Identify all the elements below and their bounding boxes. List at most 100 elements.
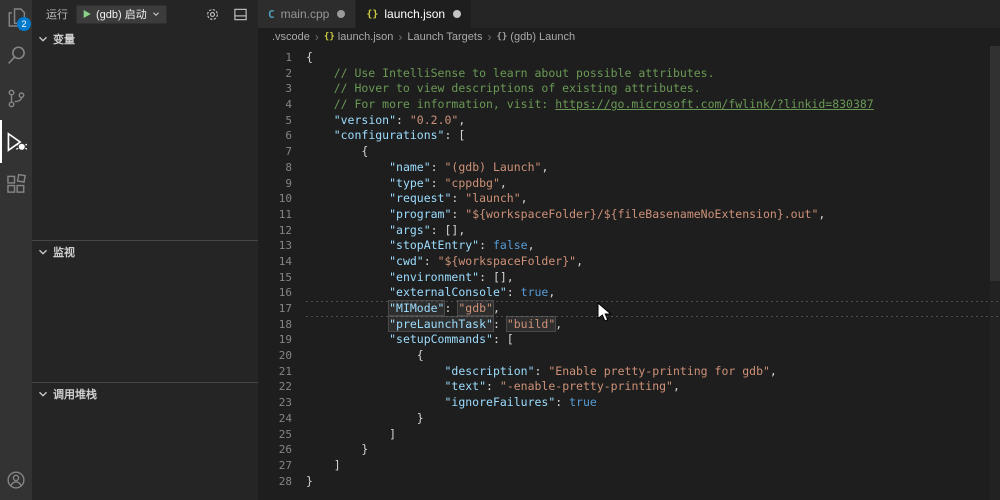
code-line[interactable]: 22 "text": "-enable-pretty-printing", bbox=[258, 379, 1000, 395]
scrollbar-thumb[interactable] bbox=[990, 46, 1000, 281]
activity-extensions-button[interactable] bbox=[0, 163, 32, 206]
sidebar-title: 运行 bbox=[46, 6, 68, 22]
variables-section: 变量 bbox=[32, 28, 258, 240]
line-number[interactable]: 21 bbox=[258, 364, 292, 380]
code-token: "externalConsole" bbox=[389, 285, 507, 299]
line-number[interactable]: 28 bbox=[258, 474, 292, 490]
code-token: "${workspaceFolder}" bbox=[438, 254, 576, 268]
line-number[interactable]: 24 bbox=[258, 411, 292, 427]
code-line[interactable]: 17 "MIMode": "gdb", bbox=[258, 301, 1000, 317]
start-debugging-icon[interactable] bbox=[82, 9, 92, 19]
line-number[interactable]: 11 bbox=[258, 207, 292, 223]
debug-config-dropdown[interactable]: (gdb) 启动 bbox=[76, 5, 167, 24]
code-line[interactable]: 3 // Hover to view descriptions of exist… bbox=[258, 81, 1000, 97]
code-line[interactable]: 15 "environment": [], bbox=[258, 270, 1000, 286]
activity-explorer-button[interactable]: 2 bbox=[0, 0, 32, 34]
code-line[interactable]: 25 ] bbox=[258, 427, 1000, 443]
code-line[interactable]: 16 "externalConsole": true, bbox=[258, 285, 1000, 301]
code-token: false bbox=[493, 238, 528, 252]
line-number[interactable]: 16 bbox=[258, 285, 292, 301]
line-number[interactable]: 19 bbox=[258, 332, 292, 348]
editor-scrollbar[interactable] bbox=[990, 46, 1000, 500]
line-number[interactable]: 6 bbox=[258, 128, 292, 144]
tab-main-cpp[interactable]: C main.cpp bbox=[258, 0, 356, 28]
line-number[interactable]: 26 bbox=[258, 442, 292, 458]
call-stack-section-header[interactable]: 调用堆栈 bbox=[32, 383, 258, 405]
code-line[interactable]: 14 "cwd": "${workspaceFolder}", bbox=[258, 254, 1000, 270]
breadcrumb-launch-json[interactable]: {} launch.json bbox=[324, 31, 394, 43]
code-token: "Enable pretty-printing for gdb" bbox=[548, 364, 770, 378]
modified-dot-icon[interactable] bbox=[337, 10, 345, 18]
code-line[interactable]: 21 "description": "Enable pretty-printin… bbox=[258, 364, 1000, 380]
line-number[interactable]: 25 bbox=[258, 427, 292, 443]
line-number[interactable]: 1 bbox=[258, 50, 292, 66]
code-link[interactable]: https://go.microsoft.com/fwlink/?linkid=… bbox=[555, 97, 874, 111]
line-number[interactable]: 20 bbox=[258, 348, 292, 364]
code-token: ] bbox=[306, 427, 396, 441]
modified-dot-icon[interactable] bbox=[453, 10, 461, 18]
line-number[interactable]: 18 bbox=[258, 317, 292, 333]
account-button[interactable] bbox=[0, 460, 32, 500]
code-line[interactable]: 11 "program": "${workspaceFolder}/${file… bbox=[258, 207, 1000, 223]
line-number[interactable]: 27 bbox=[258, 458, 292, 474]
code-token: "ignoreFailures" bbox=[444, 395, 555, 409]
code-line[interactable]: 19 "setupCommands": [ bbox=[258, 332, 1000, 348]
code-line[interactable]: 5 "version": "0.2.0", bbox=[258, 113, 1000, 129]
breadcrumb: .vscode › {} launch.json › Launch Target… bbox=[258, 28, 1000, 46]
activity-source-control-button[interactable] bbox=[0, 77, 32, 120]
line-number[interactable]: 13 bbox=[258, 238, 292, 254]
line-number[interactable]: 22 bbox=[258, 379, 292, 395]
code-line-content: // Hover to view descriptions of existin… bbox=[306, 81, 1000, 97]
debug-console-button[interactable] bbox=[230, 4, 250, 24]
code-line[interactable]: 18 "preLaunchTask": "build", bbox=[258, 317, 1000, 333]
code-line[interactable]: 27 ] bbox=[258, 458, 1000, 474]
json-file-icon: {} bbox=[366, 9, 378, 20]
code-line[interactable]: 13 "stopAtEntry": false, bbox=[258, 238, 1000, 254]
extensions-icon bbox=[6, 174, 27, 195]
breadcrumb-launch-targets[interactable]: Launch Targets bbox=[407, 31, 482, 43]
variables-section-header[interactable]: 变量 bbox=[32, 28, 258, 50]
activity-search-button[interactable] bbox=[0, 34, 32, 77]
line-number[interactable]: 10 bbox=[258, 191, 292, 207]
code-line[interactable]: 23 "ignoreFailures": true bbox=[258, 395, 1000, 411]
line-number[interactable]: 5 bbox=[258, 113, 292, 129]
line-number[interactable]: 2 bbox=[258, 66, 292, 82]
code-token bbox=[306, 395, 444, 409]
code-line-content: ] bbox=[306, 427, 1000, 443]
line-number[interactable]: 17 bbox=[258, 301, 292, 317]
open-launch-config-button[interactable] bbox=[202, 4, 222, 24]
code-line[interactable]: 6 "configurations": [ bbox=[258, 128, 1000, 144]
code-line[interactable]: 4 // For more information, visit: https:… bbox=[258, 97, 1000, 113]
line-number[interactable]: 3 bbox=[258, 81, 292, 97]
line-number[interactable]: 12 bbox=[258, 223, 292, 239]
activity-run-debug-button[interactable] bbox=[0, 120, 32, 163]
code-line[interactable]: 20 { bbox=[258, 348, 1000, 364]
breadcrumb-vscode[interactable]: .vscode bbox=[272, 31, 310, 43]
code-token: "gdb" bbox=[458, 301, 493, 315]
code-line[interactable]: 12 "args": [], bbox=[258, 223, 1000, 239]
code-token bbox=[306, 207, 389, 221]
code-line[interactable]: 8 "name": "(gdb) Launch", bbox=[258, 160, 1000, 176]
code-line[interactable]: 26 } bbox=[258, 442, 1000, 458]
code-token: : bbox=[507, 285, 521, 299]
line-number[interactable]: 8 bbox=[258, 160, 292, 176]
code-token: "program" bbox=[389, 207, 451, 221]
watch-section-header[interactable]: 监视 bbox=[32, 241, 258, 263]
code-area[interactable]: 1{2 // Use IntelliSense to learn about p… bbox=[258, 46, 1000, 500]
line-number[interactable]: 23 bbox=[258, 395, 292, 411]
code-line[interactable]: 10 "request": "launch", bbox=[258, 191, 1000, 207]
line-number[interactable]: 15 bbox=[258, 270, 292, 286]
code-line[interactable]: 1{ bbox=[258, 50, 1000, 66]
call-stack-section: 调用堆栈 bbox=[32, 382, 258, 500]
line-number[interactable]: 9 bbox=[258, 176, 292, 192]
line-number[interactable]: 14 bbox=[258, 254, 292, 270]
tab-launch-json[interactable]: {} launch.json bbox=[356, 0, 471, 28]
line-number[interactable]: 7 bbox=[258, 144, 292, 160]
code-line[interactable]: 24 } bbox=[258, 411, 1000, 427]
line-number[interactable]: 4 bbox=[258, 97, 292, 113]
code-line[interactable]: 7 { bbox=[258, 144, 1000, 160]
code-line[interactable]: 2 // Use IntelliSense to learn about pos… bbox=[258, 66, 1000, 82]
breadcrumb-gdb-launch[interactable]: {} (gdb) Launch bbox=[496, 31, 575, 43]
code-line[interactable]: 28} bbox=[258, 474, 1000, 490]
code-line[interactable]: 9 "type": "cppdbg", bbox=[258, 176, 1000, 192]
